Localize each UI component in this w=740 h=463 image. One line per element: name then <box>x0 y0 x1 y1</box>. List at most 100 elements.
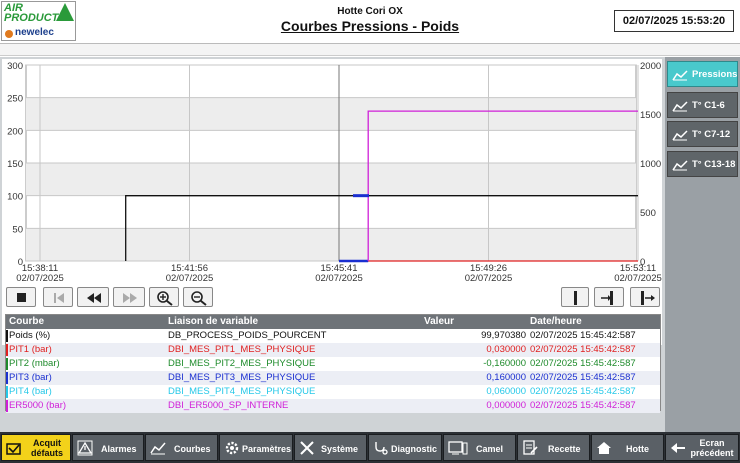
logo-text-newelec: newelec <box>15 27 54 38</box>
grid-band <box>26 163 636 196</box>
home-label: Hotte <box>626 444 649 454</box>
curve-datetime: 02/07/2025 15:45:42:587 <box>530 372 636 383</box>
previous-screen-label-2: précédent <box>690 448 734 458</box>
header-date: Date/heure <box>530 316 582 327</box>
trends-label: Courbes <box>174 444 211 454</box>
ruler-move-button[interactable] <box>594 287 624 307</box>
grid-band <box>26 97 636 131</box>
nav-temp-c13-18[interactable]: T° C13-18 <box>667 151 738 177</box>
ruler-end-icon <box>641 291 655 305</box>
footer-bar: Acquit défauts Alarmes Courbes Paramètre… <box>0 432 740 463</box>
nav-pressions[interactable]: Pressions <box>667 61 738 87</box>
alarms-button[interactable]: Alarmes <box>72 434 144 461</box>
rewind-button[interactable] <box>77 287 109 307</box>
trend-icon <box>150 442 166 455</box>
curve-table-row[interactable]: PIT3 (bar) DBI_MES_PIT3_MES_PHYSIQUE 0,160… <box>6 371 660 385</box>
recipe-button[interactable]: Recette <box>517 434 590 461</box>
curve-color-swatch <box>6 330 8 342</box>
curve-table-header: Courbe Liaison de variable Valeur Date/h… <box>6 315 660 329</box>
left-axis-tick: 200 <box>7 126 23 137</box>
curve-color-swatch <box>6 344 8 356</box>
parameters-button[interactable]: Paramètres <box>219 434 293 461</box>
acknowledge-button[interactable]: Acquit défauts <box>1 434 71 461</box>
curve-color-swatch <box>6 372 8 384</box>
previous-screen-label-1: Ecran <box>699 438 725 448</box>
tools-icon <box>300 441 314 455</box>
curve-value: 0,000000 <box>486 400 526 411</box>
nav-label: T° C7-12 <box>692 129 731 140</box>
variable-link: DBI_MES_PIT1_MES_PHYSIQUE <box>168 344 316 355</box>
variable-link: DBI_MES_PIT2_MES_PHYSIQUE <box>168 358 316 369</box>
header-bar: AIR PRODUCTS newelec Hotte Cori OX Courb… <box>0 0 740 44</box>
zoom-out-button[interactable] <box>183 287 213 307</box>
header-valeur: Valeur <box>424 316 455 327</box>
nav-temp-c7-12[interactable]: T° C7-12 <box>667 121 738 147</box>
datetime-display: 02/07/2025 15:53:20 <box>614 10 734 32</box>
diagnostic-label: Diagnostic <box>391 444 438 454</box>
variable-link: DBI_MES_PIT3_MES_PHYSIQUE <box>168 372 316 383</box>
trends-button[interactable]: Courbes <box>145 434 218 461</box>
curve-name: PIT1 (bar) <box>9 344 52 355</box>
trend-icon <box>672 130 688 141</box>
nav-label: T° C1-6 <box>692 100 725 111</box>
system-label: Système <box>321 444 359 454</box>
curve-name: PIT4 (bar) <box>9 386 52 397</box>
stop-button[interactable] <box>6 287 36 307</box>
curve-name: ER5000 (bar) <box>9 400 67 411</box>
hmi-screen: AIR PRODUCTS newelec Hotte Cori OX Courb… <box>0 0 740 463</box>
curve-name: PIT2 (mbar) <box>9 358 60 369</box>
recipe-label: Recette <box>548 444 581 454</box>
variable-link: DBI_MES_PIT4_MES_PHYSIQUE <box>168 386 316 397</box>
previous-screen-button[interactable]: Ecran précédent <box>665 434 739 461</box>
system-button[interactable]: Système <box>294 434 367 461</box>
parameters-label: Paramètres <box>242 444 292 454</box>
forward-button[interactable] <box>113 287 145 307</box>
curve-color-swatch <box>6 358 8 370</box>
diagnostic-button[interactable]: Diagnostic <box>368 434 442 461</box>
zoom-in-icon <box>157 291 173 306</box>
zoom-in-button[interactable] <box>149 287 179 307</box>
curve-table-row[interactable]: PIT4 (bar) DBI_MES_PIT4_MES_PHYSIQUE 0,060… <box>6 385 660 399</box>
machine-name: Hotte Cori OX <box>337 6 403 17</box>
trend-icon <box>672 70 688 81</box>
main-panel: 0 50 100 150 200 250 300 0 500 1000 1500 2000 15:38:… <box>0 57 665 432</box>
page-title: Courbes Pressions - Poids <box>280 18 460 34</box>
camel-button[interactable]: Camel <box>443 434 516 461</box>
trend-icon <box>672 101 688 112</box>
camel-label: Camel <box>476 444 504 454</box>
acknowledge-label-1: Acquit <box>33 438 61 448</box>
x-axis-tick-date: 02/07/2025 <box>465 273 513 284</box>
curve-name: Poids (%) <box>9 330 51 341</box>
curve-color-swatch <box>6 400 8 412</box>
nav-label: T° C13-18 <box>692 159 736 170</box>
ruler-button[interactable] <box>561 287 589 307</box>
curve-table-row[interactable]: PIT2 (mbar) DBI_MES_PIT2_MES_PHYSIQUE -0,1… <box>6 357 660 371</box>
nav-label: Pressions <box>692 69 738 80</box>
left-axis-tick: 300 <box>7 61 23 72</box>
message-band <box>0 44 740 56</box>
monitor-icon <box>448 441 468 455</box>
first-button[interactable] <box>43 287 73 307</box>
acknowledge-label-2: défauts <box>30 448 63 458</box>
home-icon <box>597 442 611 454</box>
acknowledge-icon <box>6 443 21 455</box>
ruler-icon <box>574 291 577 305</box>
curve-table-row[interactable]: ER5000 (bar) DBI_ER5000_SP_INTERNE 0,00000… <box>6 399 660 413</box>
curve-value: -0,160000 <box>483 358 526 369</box>
curve-table-row[interactable]: Poids (%) DB_PROCESS_POIDS_POURCENT 99,970… <box>6 329 660 343</box>
nav-temp-c1-6[interactable]: T° C1-6 <box>667 92 738 118</box>
curve-table[interactable]: Courbe Liaison de variable Valeur Date/h… <box>5 314 661 413</box>
curve-datetime: 02/07/2025 15:45:42:587 <box>530 330 636 341</box>
x-axis-tick-date: 02/07/2025 <box>614 273 662 284</box>
curve-datetime: 02/07/2025 15:45:42:587 <box>530 386 636 397</box>
curve-table-row[interactable]: PIT1 (bar) DBI_MES_PIT1_MES_PHYSIQUE 0,030… <box>6 343 660 357</box>
ruler-end-button[interactable] <box>630 287 660 307</box>
header-liaison: Liaison de variable <box>168 316 259 327</box>
alarms-label: Alarmes <box>101 444 137 454</box>
x-axis-tick-date: 02/07/2025 <box>315 273 363 284</box>
curve-datetime: 02/07/2025 15:45:42:587 <box>530 358 636 369</box>
variable-link: DBI_ER5000_SP_INTERNE <box>168 400 289 411</box>
home-button[interactable]: Hotte <box>591 434 664 461</box>
logo-triangle-icon <box>56 3 74 21</box>
curve-value: 0,030000 <box>486 344 526 355</box>
